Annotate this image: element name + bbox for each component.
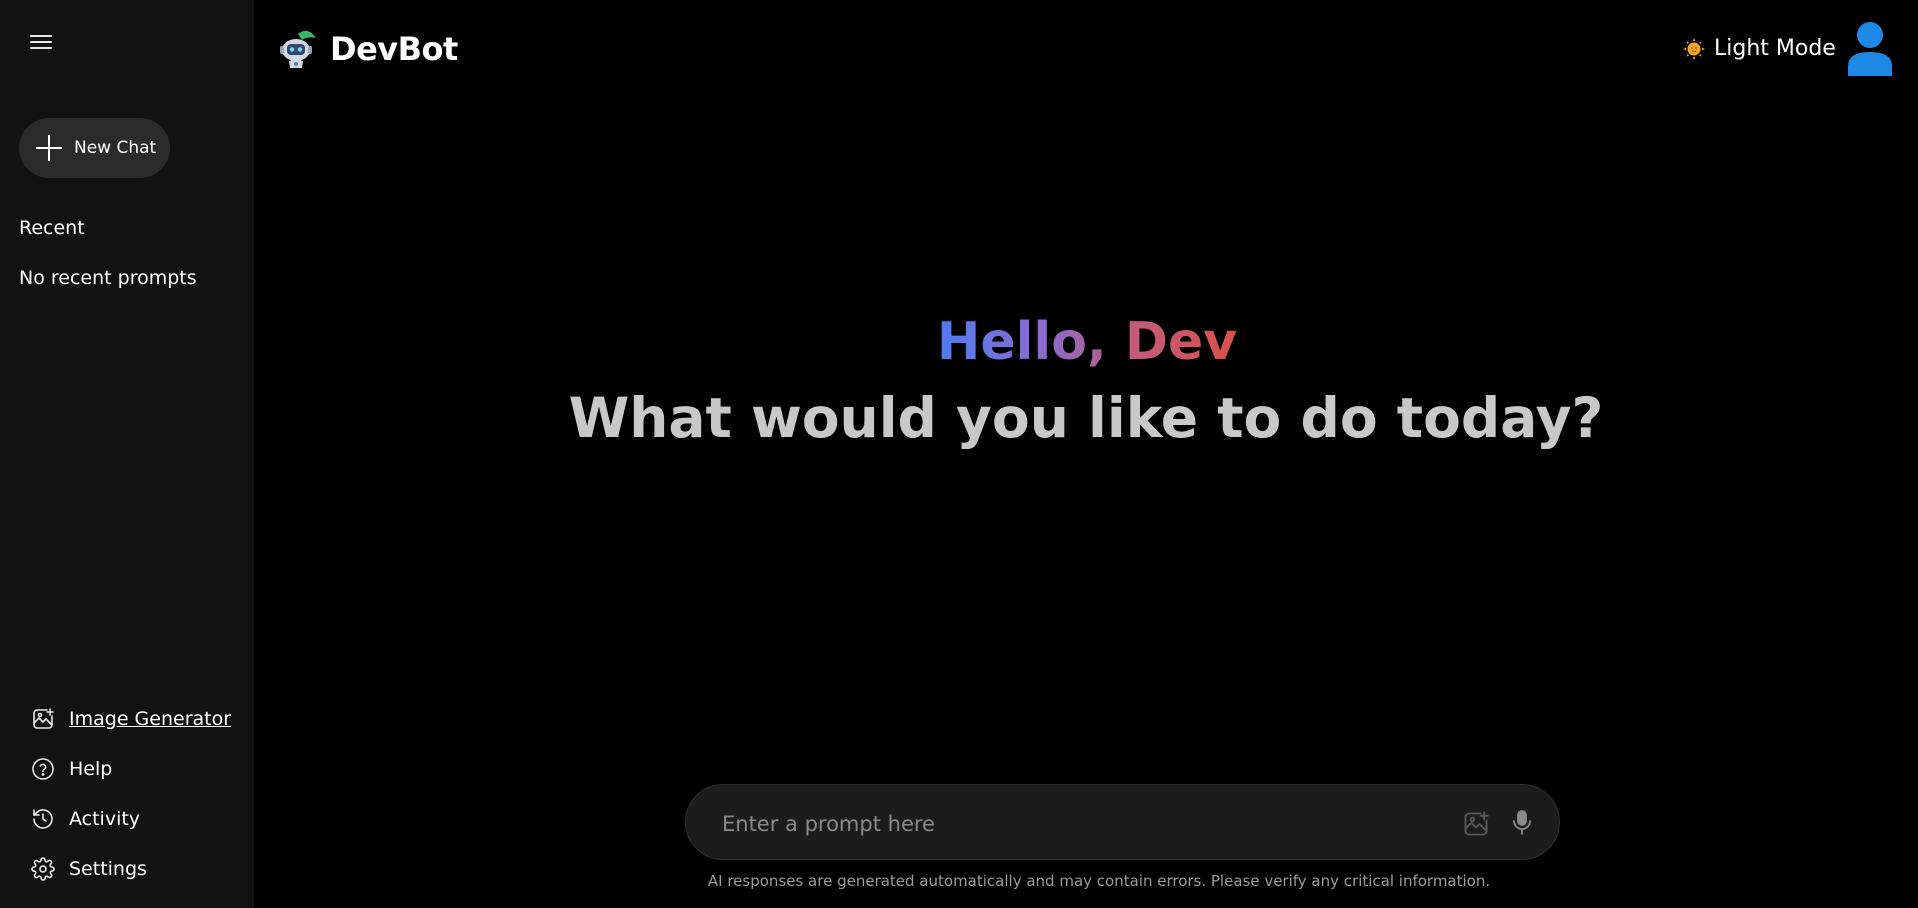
app-root: New Chat Recent No recent prompts Image … [0, 0, 1918, 908]
gear-icon [30, 856, 56, 882]
light-mode-toggle[interactable]: Light Mode [1682, 36, 1836, 61]
prompt-input[interactable] [720, 805, 1414, 843]
plus-icon [36, 135, 62, 161]
greeting-question: What would you like to do today? [568, 386, 1604, 450]
user-avatar-icon[interactable] [1846, 20, 1894, 76]
hamburger-menu-icon[interactable] [30, 32, 56, 54]
sidebar-item-label: Image Generator [69, 708, 232, 730]
new-chat-label: New Chat [74, 138, 157, 158]
prompt-bar [685, 784, 1560, 860]
add-image-icon[interactable] [1462, 810, 1490, 838]
history-icon [30, 806, 56, 832]
ai-disclaimer: AI responses are generated automatically… [707, 872, 1491, 890]
help-circle-icon [30, 756, 56, 782]
sidebar-item-label: Activity [69, 808, 141, 830]
sidebar-item-label: Help [69, 758, 113, 780]
recent-heading: Recent [19, 217, 85, 239]
sidebar-item-label: Settings [69, 858, 147, 880]
brand-name: DevBot [330, 30, 458, 68]
image-plus-icon [30, 706, 56, 732]
sidebar-item-image-generator[interactable]: Image Generator [30, 694, 250, 744]
greeting: Hello, Dev What would you like to do tod… [254, 312, 1918, 450]
brand[interactable]: DevBot [278, 28, 458, 70]
sidebar-bottom-nav: Image Generator Help Activity Settings [30, 694, 250, 894]
sidebar-item-settings[interactable]: Settings [30, 844, 250, 894]
light-mode-label: Light Mode [1714, 36, 1836, 61]
sun-icon [1683, 37, 1705, 60]
no-recent-prompts-text: No recent prompts [19, 267, 197, 289]
sidebar: New Chat Recent No recent prompts Image … [0, 0, 254, 908]
microphone-icon[interactable] [1510, 809, 1534, 837]
sidebar-item-activity[interactable]: Activity [30, 794, 250, 844]
sidebar-item-help[interactable]: Help [30, 744, 250, 794]
devbot-logo-icon [280, 30, 316, 68]
new-chat-button[interactable]: New Chat [19, 118, 170, 178]
greeting-hello: Hello, Dev [936, 312, 1238, 372]
